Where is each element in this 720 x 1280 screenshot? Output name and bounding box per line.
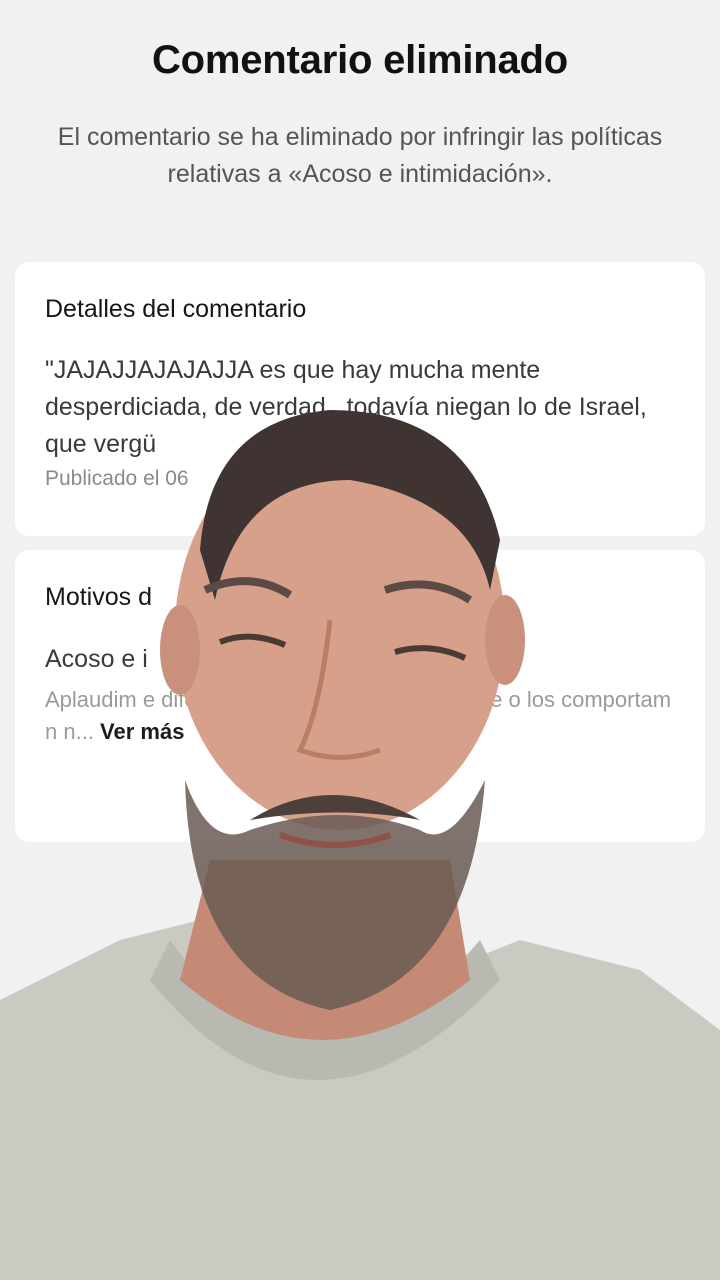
right-ear bbox=[485, 595, 525, 685]
comment-details-title: Detalles del comentario bbox=[45, 295, 307, 323]
person-video-overlay bbox=[0, 410, 720, 1280]
left-ear bbox=[160, 605, 200, 695]
removal-explanation: El comentario se ha eliminado por infrin… bbox=[57, 123, 663, 188]
page-header: Comentario eliminado El comentario se ha… bbox=[0, 38, 720, 193]
page-title: Comentario eliminado bbox=[151, 38, 569, 82]
